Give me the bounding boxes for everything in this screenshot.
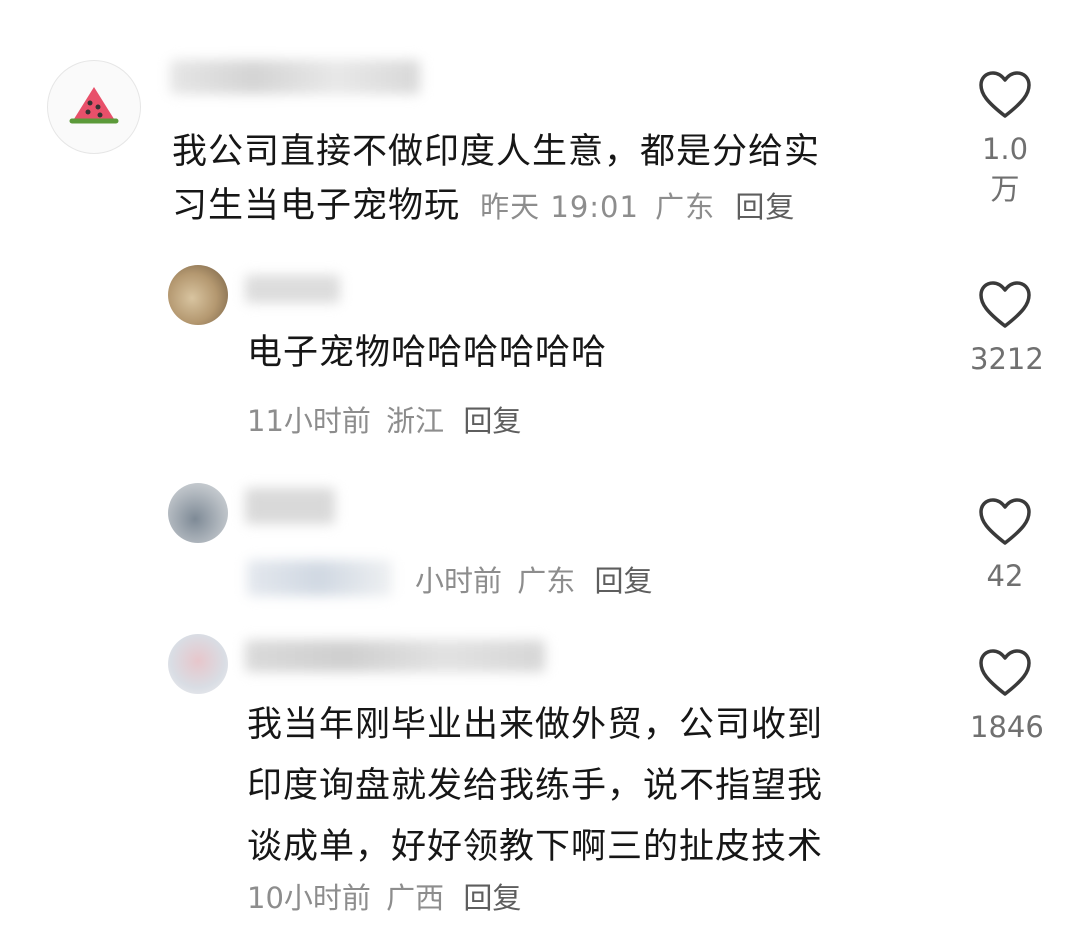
like-count: 1846 [970,710,1044,744]
comment-location: 广西 [386,881,445,915]
heart-icon [979,498,1031,545]
like-button[interactable]: 1.0万 [970,70,1040,208]
avatar[interactable] [47,60,141,154]
heart-icon [979,649,1031,696]
username-redacted[interactable] [170,60,420,94]
reply-button[interactable]: 回复 [735,190,795,224]
like-count: 1.0万 [981,132,1029,206]
like-button[interactable]: 3212 [970,280,1044,376]
comment-time: 昨天 19:01 [480,190,639,224]
reply-button[interactable]: 回复 [463,404,521,438]
reply-button[interactable]: 回复 [594,564,652,598]
comment-meta: 小时前 广东 回复 [415,558,652,600]
watermelon-icon [69,87,119,124]
heart-icon [979,71,1031,118]
comment-text: 我当年刚毕业出来做外贸，公司收到 印度询盘就发给我练手，说不指望我 谈成单，好好… [247,705,824,867]
comment-text: 电子宠物哈哈哈哈哈哈 [247,333,608,373]
comment-text-redacted [247,560,392,596]
comment-location: 浙江 [386,404,445,438]
username-redacted[interactable] [245,488,335,524]
comment-meta: 11小时前 浙江 回复 [247,398,521,440]
username-redacted[interactable] [245,275,340,303]
comment-time: 10小时前 [247,881,371,915]
like-button[interactable]: 42 [970,497,1040,593]
comment-location: 广东 [517,564,576,598]
like-count: 3212 [970,342,1044,376]
comment-meta: 10小时前 广西 回复 [247,875,521,917]
avatar[interactable] [168,483,228,543]
username-redacted[interactable] [245,640,545,672]
comment-location: 广东 [655,190,716,224]
avatar[interactable] [168,265,228,325]
like-count: 42 [986,559,1024,593]
like-button[interactable]: 1846 [970,648,1044,744]
comment-time: 小时前 [415,564,503,598]
avatar[interactable] [168,634,228,694]
heart-icon [979,281,1031,328]
comment-time: 11小时前 [247,404,371,438]
comment-text: 我公司直接不做印度人生意，都是分给实 习生当电子宠物玩 昨天 19:01 广东 … [172,132,821,226]
reply-button[interactable]: 回复 [463,881,521,915]
